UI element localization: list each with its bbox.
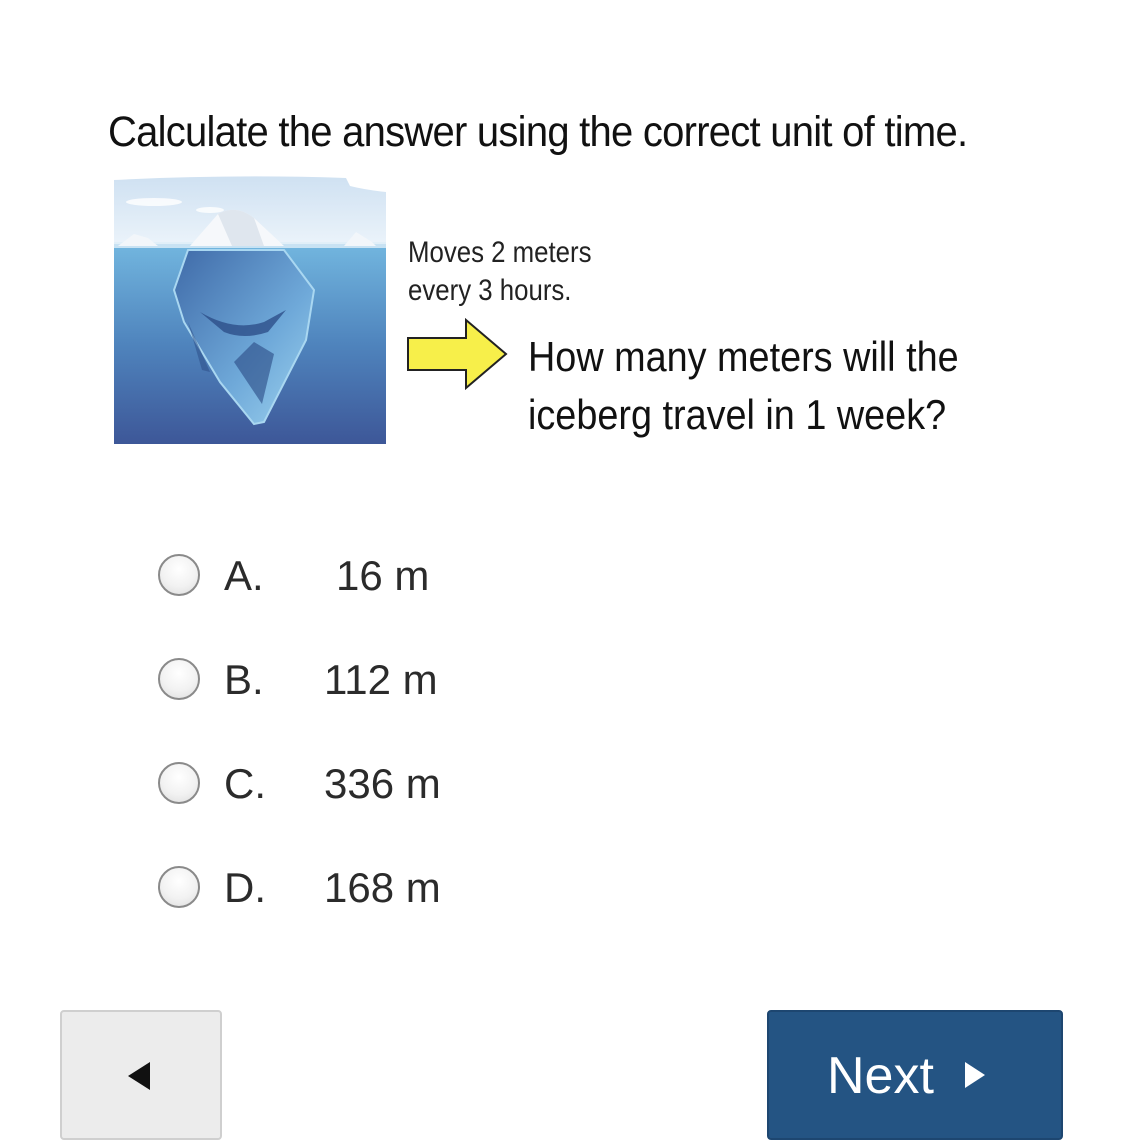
- radio-button-d[interactable]: [158, 866, 200, 908]
- caption-line-1: Moves 2 meters: [408, 236, 592, 269]
- iceberg-illustration: [114, 176, 386, 444]
- choice-letter: A.: [224, 552, 264, 599]
- choice-letter: B.: [224, 656, 264, 703]
- radio-button-b[interactable]: [158, 658, 200, 700]
- question-figure: Moves 2 meters every 3 hours. How many m…: [114, 172, 994, 447]
- question-text: How many meters will the iceberg travel …: [528, 328, 959, 444]
- choice-value: 112 m: [324, 656, 438, 703]
- choice-c[interactable]: C. 336 m: [158, 756, 558, 812]
- caption-line-2: every 3 hours.: [408, 274, 572, 307]
- previous-button[interactable]: [60, 1010, 222, 1140]
- choice-a[interactable]: A. 16 m: [158, 548, 558, 604]
- question-line-2: iceberg travel in 1 week?: [528, 391, 947, 438]
- choice-letter: C.: [224, 760, 266, 807]
- right-triangle-icon: [965, 1062, 985, 1088]
- choice-value: 336 m: [324, 760, 441, 807]
- left-triangle-icon: [128, 1062, 150, 1090]
- right-arrow-icon: [407, 318, 508, 390]
- radio-button-a[interactable]: [158, 554, 200, 596]
- question-line-1: How many meters will the: [528, 333, 959, 380]
- choice-value: 16 m: [336, 552, 430, 599]
- movement-caption: Moves 2 meters every 3 hours.: [408, 234, 592, 310]
- choice-letter: D.: [224, 864, 266, 911]
- radio-button-c[interactable]: [158, 762, 200, 804]
- question-prompt: Calculate the answer using the correct u…: [108, 108, 968, 156]
- next-button[interactable]: Next: [767, 1010, 1063, 1140]
- choice-b[interactable]: B. 112 m: [158, 652, 558, 708]
- next-button-label: Next: [827, 1047, 934, 1105]
- choice-value: 168 m: [324, 864, 441, 911]
- choice-d[interactable]: D. 168 m: [158, 860, 558, 916]
